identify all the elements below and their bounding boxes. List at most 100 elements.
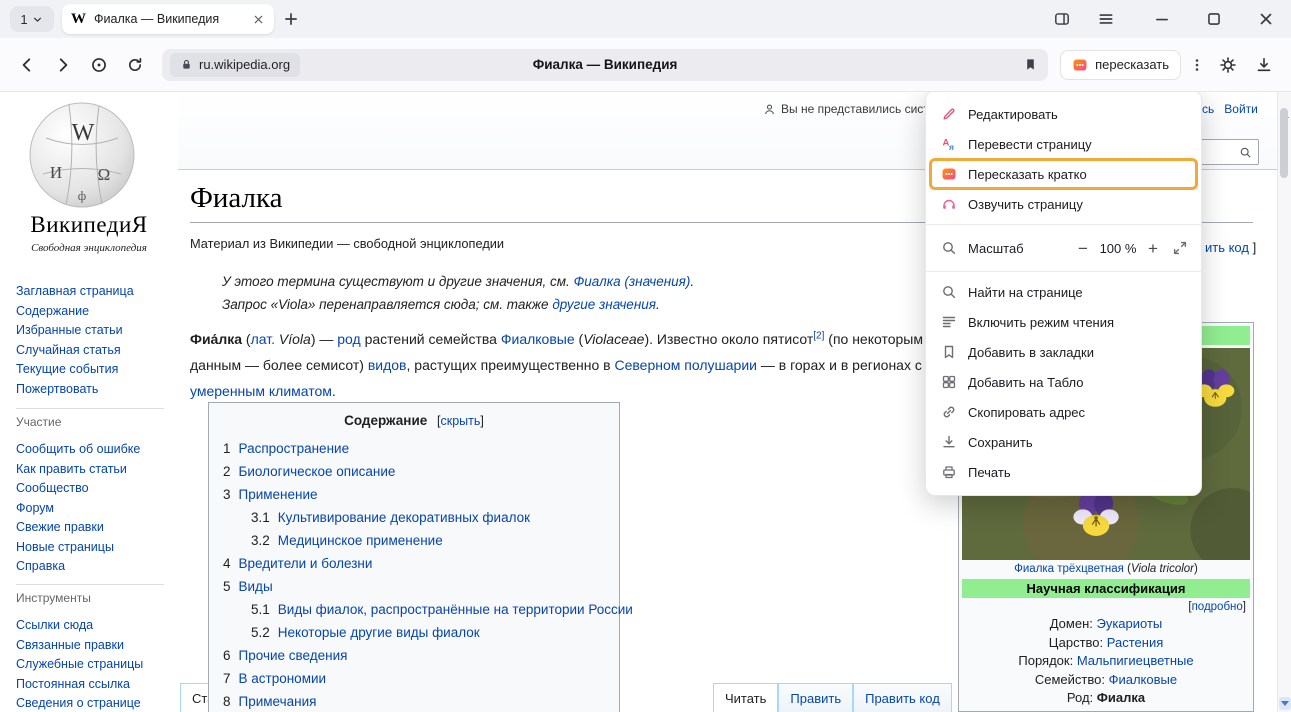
wiki-link[interactable]: подробно bbox=[1192, 601, 1243, 613]
wiki-link[interactable]: Фиалка трёхцветная bbox=[1014, 563, 1124, 575]
sidebar-link[interactable]: Сообщество bbox=[16, 479, 172, 499]
toc-link[interactable]: Виды bbox=[239, 579, 273, 594]
toc-hide-toggle[interactable]: [скрыть] bbox=[437, 414, 484, 428]
sidebar-link[interactable]: Служебные страницы bbox=[16, 655, 172, 675]
wiki-link[interactable]: скрыть bbox=[441, 414, 481, 428]
toc-link[interactable]: Распространение bbox=[239, 441, 350, 456]
browser-menu-icon[interactable] bbox=[1097, 10, 1115, 28]
menu-item[interactable]: Перевести страницу bbox=[926, 129, 1201, 159]
menu-item[interactable]: Найти на странице bbox=[926, 277, 1201, 307]
sidebar-link[interactable]: Сообщить об ошибке bbox=[16, 440, 172, 460]
downloads-button[interactable] bbox=[1249, 50, 1279, 80]
sidebar-link[interactable]: Справка bbox=[16, 557, 172, 577]
sidebar-link[interactable]: Как править статьи bbox=[16, 460, 172, 480]
forward-button[interactable] bbox=[48, 50, 78, 80]
toc-number: 8 bbox=[223, 694, 231, 709]
menu-item[interactable]: Печать bbox=[926, 457, 1201, 487]
menu-item[interactable]: Редактировать bbox=[926, 99, 1201, 129]
protect-icon[interactable] bbox=[84, 50, 114, 80]
sidebar-link[interactable]: Пожертвовать bbox=[16, 380, 172, 400]
menu-item[interactable]: Озвучить страницу bbox=[926, 189, 1201, 219]
wiki-link[interactable]: умеренным климатом bbox=[190, 383, 332, 399]
zoom-out-button[interactable]: − bbox=[1072, 240, 1094, 257]
wikipedia-logo[interactable]: W И Ω ф bbox=[26, 98, 138, 210]
sidebar-link[interactable]: Форум bbox=[16, 499, 172, 519]
search-icon[interactable] bbox=[1239, 146, 1252, 159]
more-options-button[interactable] bbox=[1187, 50, 1207, 80]
reload-button[interactable] bbox=[120, 50, 150, 80]
wiki-link[interactable]: Северном полушарии bbox=[615, 357, 757, 373]
sidebar-link[interactable]: Постоянная ссылка bbox=[16, 675, 172, 695]
address-domain: ru.wikipedia.org bbox=[199, 57, 290, 72]
toc-number: 2 bbox=[223, 464, 231, 479]
page-scrollbar[interactable] bbox=[1277, 92, 1291, 712]
menu-item[interactable]: Пересказать кратко bbox=[926, 159, 1201, 189]
side-panel-icon[interactable] bbox=[1053, 10, 1071, 28]
wiki-link[interactable]: Растения bbox=[1107, 635, 1164, 650]
domain-chip[interactable]: ru.wikipedia.org bbox=[170, 53, 300, 77]
wiki-link[interactable]: Войти bbox=[1224, 102, 1258, 116]
wiki-link[interactable]: [2] bbox=[813, 330, 824, 341]
sidebar-link[interactable]: Избранные статьи bbox=[16, 321, 172, 341]
summarize-button[interactable]: пересказать bbox=[1060, 50, 1181, 80]
toc-link[interactable]: Вредители и болезни bbox=[239, 556, 373, 571]
wikipedia-wordmark[interactable]: ВикипедиЯ bbox=[0, 212, 178, 238]
address-bar[interactable]: ru.wikipedia.org Фиалка — Википедия bbox=[162, 49, 1048, 81]
wiki-link[interactable]: род bbox=[337, 331, 360, 347]
toc-item: 5Виды bbox=[223, 575, 605, 598]
sidebar-link[interactable]: Случайная статья bbox=[16, 341, 172, 361]
chevron-down-icon bbox=[31, 13, 44, 26]
toc-link[interactable]: Применение bbox=[239, 487, 318, 502]
fullscreen-icon[interactable] bbox=[1172, 240, 1188, 256]
toc-link[interactable]: Виды фиалок, распространённые на террито… bbox=[278, 602, 633, 617]
toc-number: 5.2 bbox=[251, 625, 270, 640]
menu-item[interactable]: Добавить на Табло bbox=[926, 367, 1201, 397]
wiki-link[interactable]: сь bbox=[1202, 102, 1214, 116]
toc-link[interactable]: Биологическое описание bbox=[239, 464, 396, 479]
new-tab-button[interactable] bbox=[282, 10, 300, 28]
tab-close-icon[interactable] bbox=[252, 13, 265, 26]
toc-link[interactable]: Некоторые другие виды фиалок bbox=[278, 625, 480, 640]
menu-item[interactable]: Добавить в закладки bbox=[926, 337, 1201, 367]
close-window-button[interactable] bbox=[1257, 10, 1275, 28]
tab-counter[interactable]: 1 bbox=[10, 6, 54, 32]
scrollbar-thumb[interactable] bbox=[1280, 108, 1288, 178]
sidebar-link[interactable]: Сведения о странице bbox=[16, 694, 172, 712]
scroll-down-arrow[interactable] bbox=[1279, 697, 1291, 710]
toc-link[interactable]: Культивирование декоративных фиалок bbox=[278, 510, 530, 525]
toc-link[interactable]: Медицинское применение bbox=[278, 533, 443, 548]
wiki-link[interactable]: другие значения bbox=[552, 297, 656, 312]
back-button[interactable] bbox=[12, 50, 42, 80]
wiki-link[interactable]: Фиалковые bbox=[1109, 672, 1178, 687]
extensions-icon[interactable] bbox=[1213, 50, 1243, 80]
zoom-in-button[interactable]: + bbox=[1142, 240, 1164, 257]
wiki-link[interactable]: Фиалка (значения) bbox=[574, 274, 691, 289]
wiki-link[interactable]: Эукариоты bbox=[1096, 616, 1162, 631]
menu-item[interactable]: Скопировать адрес bbox=[926, 397, 1201, 427]
sidebar-link[interactable]: Заглавная страница bbox=[16, 282, 172, 302]
sidebar-link[interactable]: Свежие правки bbox=[16, 518, 172, 538]
details-link[interactable]: [подробно] bbox=[962, 598, 1250, 614]
text-run: Запрос «Viola» перенаправляется сюда; см… bbox=[222, 297, 552, 312]
sidebar-link[interactable]: Содержание bbox=[16, 302, 172, 322]
menu-item[interactable]: Включить режим чтения bbox=[926, 307, 1201, 337]
wiki-link[interactable]: лат. bbox=[251, 331, 275, 347]
toc-number: 3 bbox=[223, 487, 231, 502]
wiki-link[interactable]: Фиалковые bbox=[501, 331, 575, 347]
sidebar-link[interactable]: Ссылки сюда bbox=[16, 616, 172, 636]
browser-tab[interactable]: W Фиалка — Википедия bbox=[62, 4, 274, 34]
sidebar-link[interactable]: Текущие события bbox=[16, 360, 172, 380]
toc-link[interactable]: Примечания bbox=[239, 694, 317, 709]
menu-group-1: Редактировать Перевести страницу Переска… bbox=[926, 99, 1201, 219]
maximize-button[interactable] bbox=[1205, 10, 1223, 28]
wiki-link[interactable]: видов bbox=[368, 357, 407, 373]
minimize-button[interactable] bbox=[1153, 10, 1171, 28]
toc-link[interactable]: В астрономии bbox=[239, 671, 327, 686]
toc-link[interactable]: Прочие сведения bbox=[239, 648, 348, 663]
menu-item-label: Добавить на Табло bbox=[968, 375, 1084, 390]
wiki-link[interactable]: Мальпигиецветные bbox=[1077, 653, 1194, 668]
bookmark-flag-icon[interactable] bbox=[1023, 57, 1038, 72]
sidebar-link[interactable]: Связанные правки bbox=[16, 636, 172, 656]
menu-item[interactable]: Сохранить bbox=[926, 427, 1201, 457]
sidebar-link[interactable]: Новые страницы bbox=[16, 538, 172, 558]
